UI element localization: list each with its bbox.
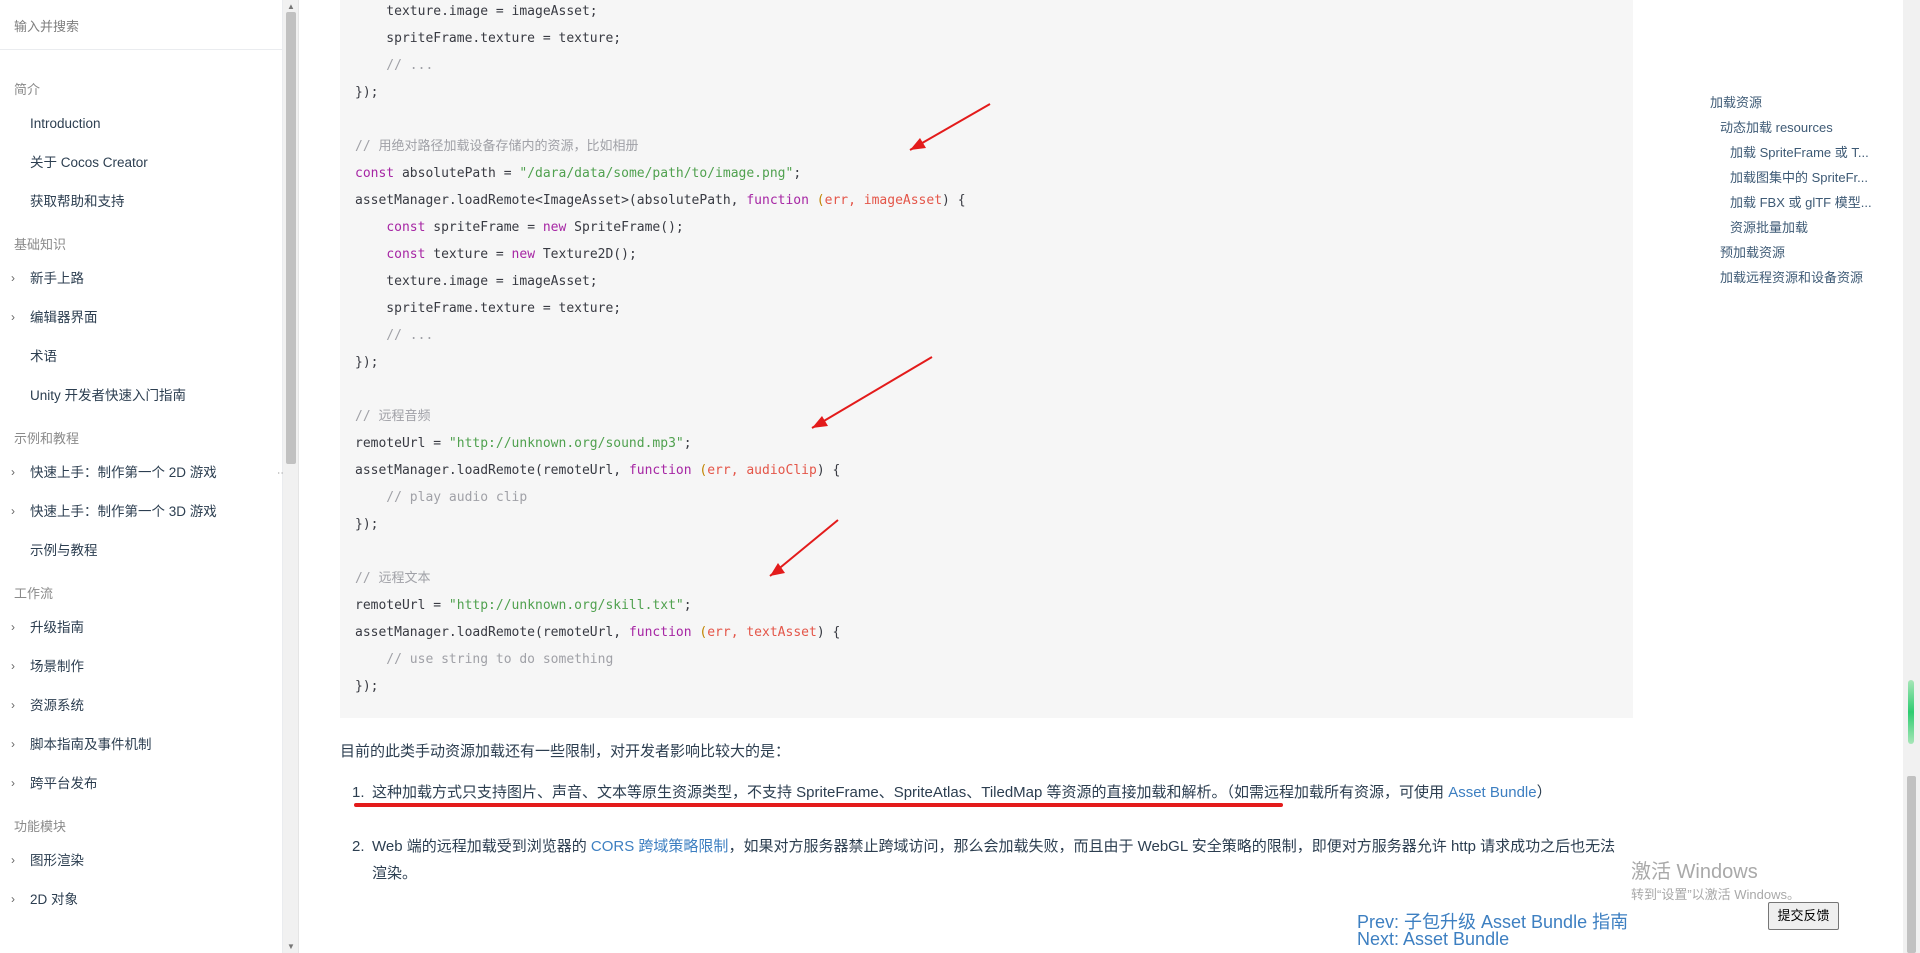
scroll-up-icon[interactable]: ▲ <box>287 2 295 11</box>
feedback-button[interactable]: 提交反馈 <box>1768 902 1839 930</box>
list-item: 1. 这种加载方式只支持图片、声音、文本等原生资源类型，不支持 SpriteFr… <box>352 784 1552 801</box>
sidebar-item-assets[interactable]: › 资源系统 <box>0 686 282 725</box>
code-comment: // 远程文本 <box>355 571 431 586</box>
sidebar-scrollbar[interactable]: ▲ ▼ <box>283 0 299 953</box>
toc-item[interactable]: 加载资源 <box>1710 90 1900 115</box>
nav-group-title: 简介 <box>14 82 41 97</box>
sidebar-item-introduction[interactable]: Introduction <box>0 104 282 143</box>
chevron-right-icon: › <box>11 310 15 324</box>
sidebar-item-rendering[interactable]: › 图形渲染 <box>0 841 282 880</box>
code-line: texture.image = imageAsset; <box>355 274 598 289</box>
toc-item[interactable]: 加载图集中的 SpriteFr... <box>1710 165 1900 190</box>
chevron-right-icon: › <box>11 504 15 518</box>
sidebar-item-label: 图形渲染 <box>30 853 84 868</box>
toc-item[interactable]: 加载 SpriteFrame 或 T... <box>1710 140 1900 165</box>
sidebar-item-3d-game[interactable]: › 快速上手：制作第一个 3D 游戏 <box>0 492 282 531</box>
windows-watermark-sub: 转到“设置”以激活 Windows。 <box>1631 887 1801 902</box>
annotation-underline <box>354 803 1283 807</box>
asset-bundle-link[interactable]: Asset Bundle <box>1448 784 1536 801</box>
code-line: const absolutePath = "/dara/data/some/pa… <box>355 166 802 181</box>
list-item: 2. Web 端的远程加载受到浏览器的 CORS 跨域策略限制，如果对方服务器禁… <box>352 838 1616 882</box>
sidebar-item-editor[interactable]: › 编辑器界面 <box>0 298 282 337</box>
code-line: }); <box>355 355 379 370</box>
sidebar-item-help[interactable]: 获取帮助和支持 <box>0 182 282 221</box>
sidebar-item-about[interactable]: 关于 Cocos Creator <box>0 143 282 182</box>
code-line: }); <box>355 85 379 100</box>
sidebar-item-unity-guide[interactable]: Unity 开发者快速入门指南 <box>0 376 282 415</box>
code-line: }); <box>355 679 379 694</box>
main-content: texture.image = imageAsset; spriteFrame.… <box>300 0 1640 953</box>
sidebar-item-label: 快速上手：制作第一个 3D 游戏 <box>30 504 217 519</box>
chevron-right-icon: › <box>11 659 15 673</box>
sidebar-item-label: 2D 对象 <box>30 892 79 907</box>
page-scrollbar[interactable] <box>1903 0 1920 953</box>
sidebar-item-2d-game[interactable]: › 快速上手：制作第一个 2D 游戏 <box>0 453 282 492</box>
code-line: // use string to do something <box>355 652 614 667</box>
sidebar-item-label: 场景制作 <box>30 659 84 674</box>
scrollbar-thumb[interactable] <box>1907 776 1916 953</box>
code-line: remoteUrl = "http://unknown.org/skill.tx… <box>355 598 692 613</box>
code-comment: // 用绝对路径加载设备存储内的资源，比如相册 <box>355 139 639 154</box>
annotation-arrow <box>811 356 933 429</box>
code-line: const texture = new Texture2D(); <box>386 247 637 262</box>
sidebar-item-2d-objects[interactable]: › 2D 对象 <box>0 880 282 919</box>
code-line: texture.image = imageAsset; <box>355 4 598 19</box>
scroll-down-icon[interactable]: ▼ <box>287 942 295 951</box>
code-line: // ... <box>355 328 434 343</box>
code-line: assetManager.loadRemote(remoteUrl, funct… <box>355 463 841 478</box>
sidebar-item-label: 新手上路 <box>30 271 84 286</box>
sidebar-item-label: 快速上手：制作第一个 2D 游戏 <box>30 465 217 480</box>
code-line: spriteFrame.texture = texture; <box>355 31 622 46</box>
sidebar-item-examples[interactable]: 示例与教程 <box>0 531 282 570</box>
sidebar-item-label: 资源系统 <box>30 698 84 713</box>
code-line: assetManager.loadRemote(remoteUrl, funct… <box>355 625 841 640</box>
code-line: // ... <box>355 58 434 73</box>
sidebar-item-upgrade[interactable]: › 升级指南 <box>0 608 282 647</box>
chevron-right-icon: › <box>11 853 15 867</box>
nav-group-title: 示例和教程 <box>14 431 80 446</box>
sidebar-item-glossary[interactable]: 术语 <box>0 337 282 376</box>
code-line: assetManager.loadRemote<ImageAsset>(abso… <box>355 193 966 208</box>
progress-indicator <box>1908 680 1914 744</box>
toc-item[interactable]: 加载远程资源和设备资源 <box>1710 265 1900 290</box>
intro-paragraph: 目前的此类手动资源加载还有一些限制，对开发者影响比较大的是： <box>340 743 791 760</box>
chevron-right-icon: › <box>11 465 15 479</box>
toc-item[interactable]: 资源批量加载 <box>1710 215 1900 240</box>
chevron-right-icon: › <box>11 620 15 634</box>
sidebar: 输入并搜索 简介 Introduction 关于 Cocos Creator 获… <box>0 0 283 953</box>
chevron-right-icon: › <box>11 776 15 790</box>
nav-group-title: 工作流 <box>14 586 54 601</box>
code-line: // play audio clip <box>355 490 528 505</box>
code-line: spriteFrame.texture = texture; <box>355 301 622 316</box>
chevron-right-icon: › <box>11 737 15 751</box>
sidebar-item-publish[interactable]: › 跨平台发布 <box>0 764 282 803</box>
windows-watermark: 激活 Windows <box>1631 861 1758 883</box>
sidebar-item-scripting[interactable]: › 脚本指南及事件机制 <box>0 725 282 764</box>
sidebar-item-getting-started[interactable]: › 新手上路 <box>0 259 282 298</box>
code-line: remoteUrl = "http://unknown.org/sound.mp… <box>355 436 692 451</box>
toc-item[interactable]: 预加载资源 <box>1710 240 1900 265</box>
sidebar-item-label: 跨平台发布 <box>30 776 98 791</box>
annotation-arrow <box>769 519 839 577</box>
toc-item[interactable]: 加载 FBX 或 glTF 模型... <box>1710 190 1900 215</box>
chevron-right-icon: › <box>11 271 15 285</box>
sidebar-item-scene[interactable]: › 场景制作 <box>0 647 282 686</box>
code-line: const spriteFrame = new SpriteFrame(); <box>386 220 684 235</box>
scrollbar-thumb[interactable] <box>286 12 296 464</box>
nav-group-title: 功能模块 <box>14 819 67 834</box>
code-comment: // 远程音频 <box>355 409 431 424</box>
nav-group-title: 基础知识 <box>14 237 67 252</box>
sidebar-item-label: 脚本指南及事件机制 <box>30 737 152 752</box>
code-line: }); <box>355 517 379 532</box>
chevron-right-icon: › <box>11 698 15 712</box>
cors-link[interactable]: CORS 跨域策略限制 <box>591 838 729 855</box>
annotation-arrow <box>909 103 991 151</box>
sidebar-item-label: 升级指南 <box>30 620 84 635</box>
next-link[interactable]: Next: Asset Bundle <box>1357 929 1509 950</box>
chevron-right-icon: › <box>11 892 15 906</box>
table-of-contents: 加载资源 动态加载 resources 加载 SpriteFrame 或 T..… <box>1710 90 1900 290</box>
toc-item[interactable]: 动态加载 resources <box>1710 115 1900 140</box>
sidebar-item-label: 编辑器界面 <box>30 310 98 325</box>
search-input[interactable]: 输入并搜索 <box>0 0 282 50</box>
